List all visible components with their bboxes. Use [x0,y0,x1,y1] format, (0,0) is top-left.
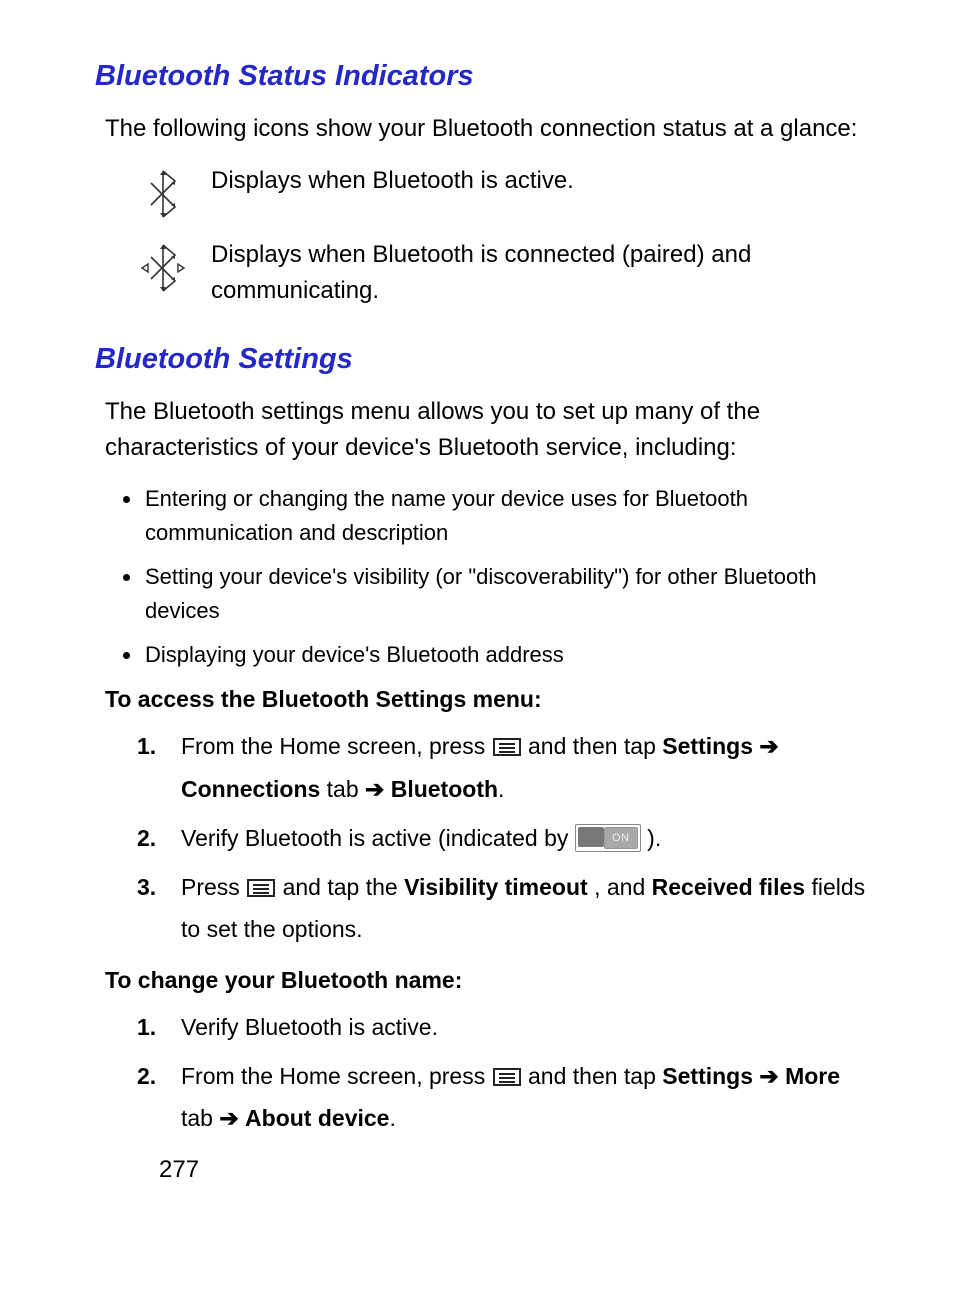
label-received-files: Received files [652,874,805,900]
step-item: From the Home screen, press and then tap… [95,727,874,808]
arrow-icon: ➔ [759,733,778,759]
period: . [389,1105,395,1131]
arrow-icon: ➔ [759,1063,785,1089]
label-bluetooth: Bluetooth [391,776,498,802]
page-number: 277 [159,1156,874,1184]
text: and tap the [283,874,405,900]
label-about-device: About device [245,1105,389,1131]
text: Press [181,874,246,900]
indicators-intro: The following icons show your Bluetooth … [105,111,874,147]
bluetooth-active-icon [115,163,211,221]
text: From the Home screen, press [181,733,492,759]
menu-icon [246,871,276,910]
text: and then tap [528,1063,662,1089]
arrow-icon: ➔ [219,1105,245,1131]
bullet-item: Entering or changing the name your devic… [143,482,874,550]
text: and then tap [528,733,662,759]
text: tab [181,1105,219,1131]
indicator-row-connected: Displays when Bluetooth is connected (pa… [115,237,874,309]
label-settings: Settings [662,1063,753,1089]
change-name-steps: Verify Bluetooth is active. From the Hom… [95,1008,874,1138]
access-steps: From the Home screen, press and then tap… [95,727,874,948]
indicator-desc-active: Displays when Bluetooth is active. [211,163,874,199]
text: , and [594,874,652,900]
bullet-item: Displaying your device's Bluetooth addre… [143,638,874,672]
text: tab [327,776,365,802]
arrow-icon: ➔ [365,776,391,802]
label-more: More [785,1063,840,1089]
indicator-row-active: Displays when Bluetooth is active. [115,163,874,221]
subhead-access: To access the Bluetooth Settings menu: [105,686,874,713]
settings-intro: The Bluetooth settings menu allows you t… [105,394,874,466]
heading-bluetooth-settings: Bluetooth Settings [95,343,874,376]
step-item: Verify Bluetooth is active. [95,1008,874,1047]
label-connections: Connections [181,776,320,802]
indicator-desc-connected: Displays when Bluetooth is connected (pa… [211,237,874,309]
bullet-item: Setting your device's visibility (or "di… [143,560,874,628]
label-settings: Settings [662,733,753,759]
settings-bullets: Entering or changing the name your devic… [95,482,874,672]
toggle-on-icon: ON [575,824,641,852]
menu-icon [492,1060,522,1099]
text: From the Home screen, press [181,1063,492,1089]
menu-icon [492,730,522,769]
step-item: Press and tap the Visibility timeout , a… [95,868,874,949]
bluetooth-connected-icon [115,237,211,295]
heading-status-indicators: Bluetooth Status Indicators [95,60,874,93]
subhead-change-name: To change your Bluetooth name: [105,967,874,994]
text: ). [647,825,661,851]
period: . [498,776,504,802]
step-item: From the Home screen, press and then tap… [95,1057,874,1138]
label-visibility-timeout: Visibility timeout [404,874,588,900]
text: Verify Bluetooth is active (indicated by [181,825,575,851]
step-item: Verify Bluetooth is active (indicated by… [95,819,874,858]
